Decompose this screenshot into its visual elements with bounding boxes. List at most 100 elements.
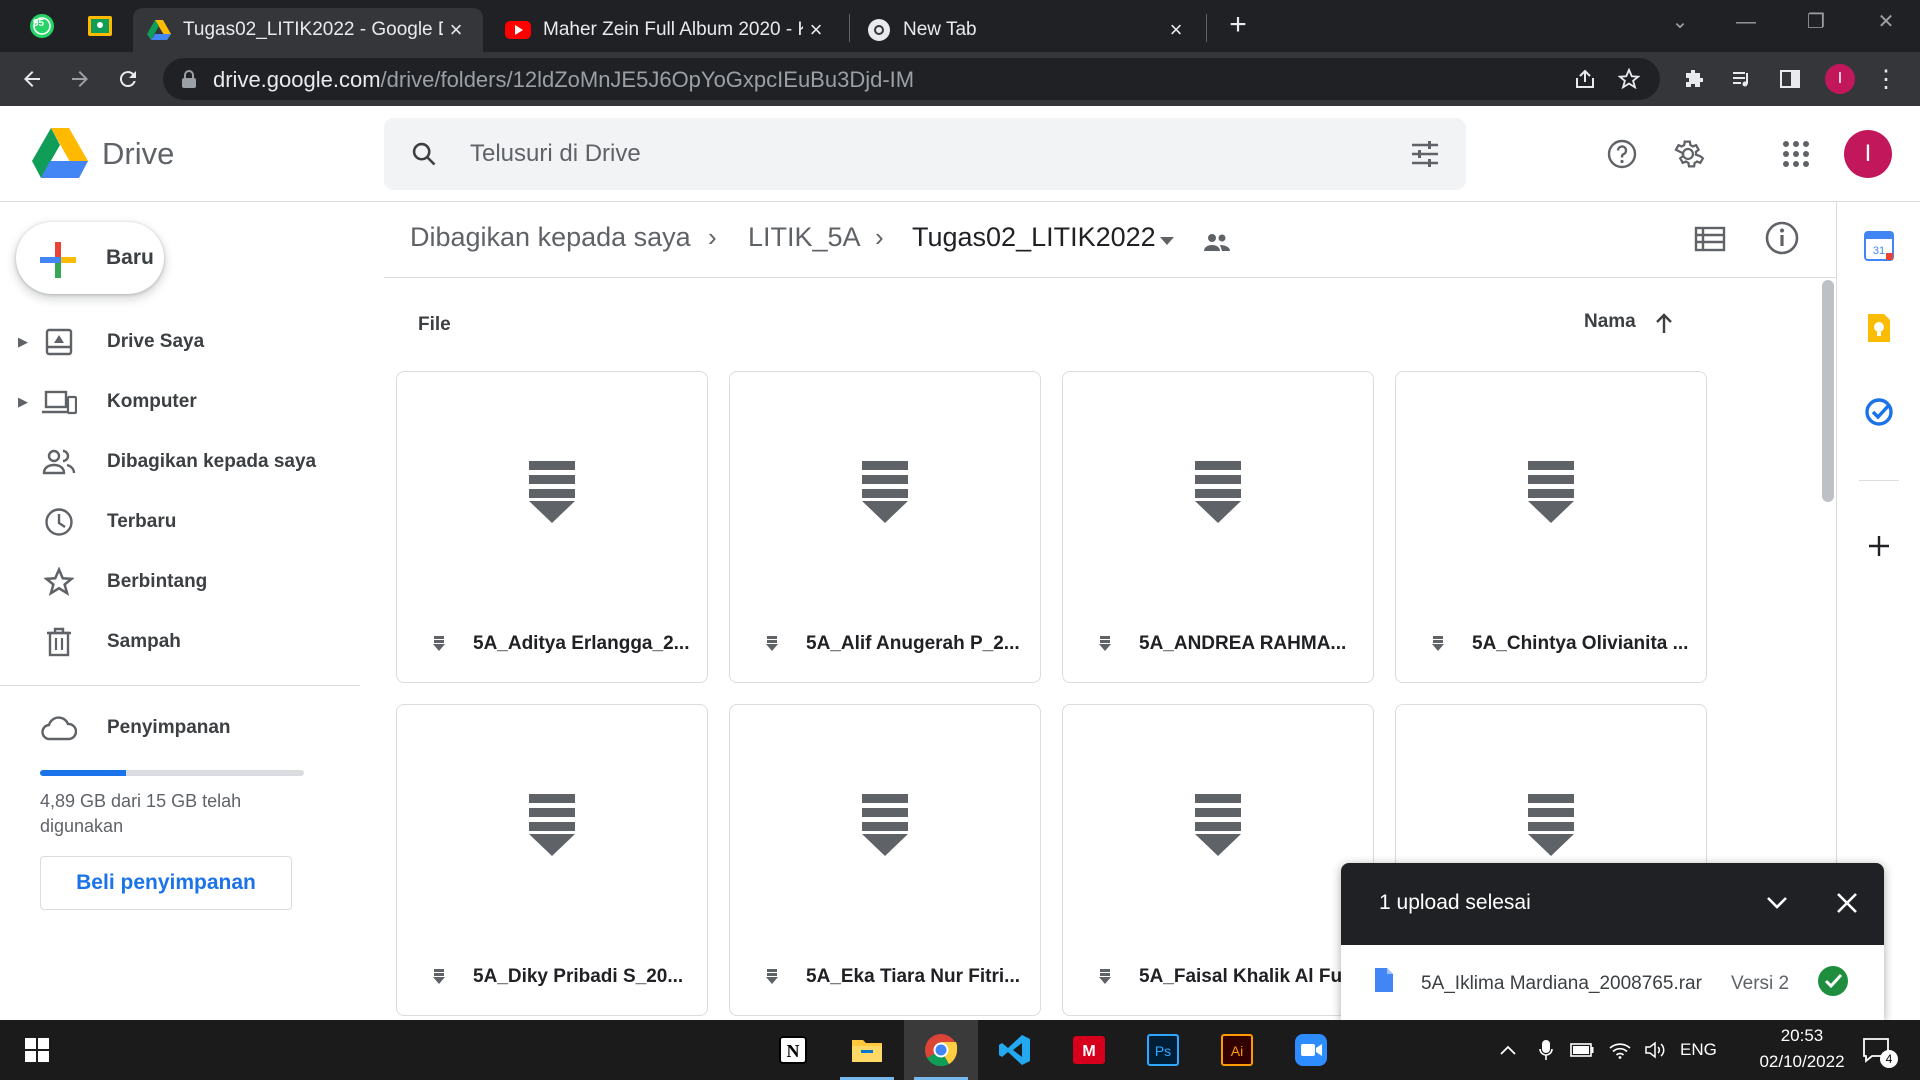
- tab-search-icon[interactable]: ⌄: [1650, 6, 1710, 38]
- browser-toolbar: drive.google.com/drive/folders/12ldZoMnJ…: [0, 52, 1920, 106]
- sidebar-item-recent[interactable]: Terbaru: [0, 494, 350, 550]
- help-icon[interactable]: [1598, 130, 1646, 178]
- app-title[interactable]: Drive: [102, 136, 174, 172]
- expand-caret-icon[interactable]: ▶: [12, 334, 34, 350]
- search-bar[interactable]: Telusuri di Drive: [384, 118, 1466, 190]
- storage-usage-fill: [40, 770, 127, 776]
- archive-type-icon: [762, 636, 782, 652]
- keep-icon[interactable]: [1861, 310, 1897, 346]
- apps-grid-icon[interactable]: [1772, 130, 1820, 178]
- input-language[interactable]: ENG: [1680, 1040, 1717, 1060]
- battery-icon[interactable]: [1564, 1020, 1600, 1080]
- details-info-icon[interactable]: [1764, 220, 1800, 256]
- file-explorer-app[interactable]: [830, 1020, 904, 1080]
- file-card[interactable]: 5A_Alif Anugerah P_2...: [729, 371, 1041, 683]
- close-tab-icon[interactable]: ×: [1163, 17, 1189, 43]
- whatsapp-tab[interactable]: 95: [25, 9, 59, 43]
- upload-item[interactable]: 5A_Iklima Mardiana_2008765.rar Versi 2: [1341, 945, 1884, 1020]
- new-tab-button[interactable]: +: [1222, 10, 1254, 42]
- buy-storage-button[interactable]: Beli penyimpanan: [40, 856, 292, 910]
- clock-time[interactable]: 20:53: [1762, 1026, 1842, 1046]
- file-card[interactable]: 5A_ANDREA RAHMA...: [1062, 371, 1374, 683]
- sidebar-item-label: Sampah: [107, 631, 181, 652]
- classroom-tab[interactable]: [83, 9, 117, 43]
- search-input[interactable]: Telusuri di Drive: [470, 140, 641, 168]
- wifi-icon[interactable]: [1602, 1020, 1638, 1080]
- address-bar[interactable]: drive.google.com/drive/folders/12ldZoMnJ…: [163, 58, 1660, 100]
- microphone-icon[interactable]: [1528, 1020, 1564, 1080]
- restore-button[interactable]: ❐: [1786, 6, 1846, 38]
- photoshop-app[interactable]: Ps: [1126, 1020, 1200, 1080]
- mendeley-app[interactable]: M: [1052, 1020, 1126, 1080]
- illustrator-app[interactable]: Ai: [1200, 1020, 1274, 1080]
- sidebar-item-storage[interactable]: Penyimpanan: [0, 700, 350, 756]
- tab-new-tab[interactable]: New Tab ×: [853, 8, 1203, 52]
- close-tab-icon[interactable]: ×: [803, 17, 829, 43]
- clock-icon: [40, 503, 78, 541]
- svg-text:M: M: [1082, 1043, 1095, 1060]
- minimize-button[interactable]: —: [1716, 6, 1776, 38]
- add-addon-icon[interactable]: [1861, 528, 1897, 564]
- side-panel-icon[interactable]: [1772, 61, 1808, 97]
- new-button[interactable]: Baru: [16, 222, 164, 294]
- vscode-app[interactable]: [978, 1020, 1052, 1080]
- lock-icon: [182, 70, 196, 88]
- volume-icon[interactable]: [1638, 1020, 1674, 1080]
- storage-label: Penyimpanan: [107, 717, 231, 738]
- tasks-icon[interactable]: [1861, 394, 1897, 430]
- sidebar-item-trash[interactable]: Sampah: [0, 614, 350, 670]
- calendar-icon[interactable]: 31: [1861, 228, 1897, 264]
- settings-gear-icon[interactable]: [1664, 130, 1712, 178]
- profile-avatar[interactable]: I: [1822, 61, 1858, 97]
- folder-menu-caret-icon[interactable]: [1159, 236, 1175, 246]
- breadcrumb-folder[interactable]: LITIK_5A: [748, 222, 861, 253]
- file-card[interactable]: 5A_Faisal Khalik Al Fu...: [1062, 704, 1374, 1016]
- file-card-footer: 5A_Chintya Olivianita ...: [1396, 620, 1706, 668]
- files-section-label: File: [418, 314, 451, 335]
- file-name: 5A_Eka Tiara Nur Fitri...: [806, 966, 1021, 987]
- tray-overflow-icon[interactable]: [1490, 1020, 1526, 1080]
- sidebar-item-starred[interactable]: Berbintang: [0, 554, 350, 610]
- sidebar-item-shared[interactable]: Dibagikan kepada saya: [0, 434, 350, 490]
- collapse-chevron-icon[interactable]: [1765, 893, 1789, 913]
- search-icon[interactable]: [410, 140, 438, 168]
- close-icon[interactable]: [1835, 891, 1859, 915]
- file-card[interactable]: 5A_Eka Tiara Nur Fitri...: [729, 704, 1041, 1016]
- tab-title: New Tab: [903, 19, 977, 40]
- share-icon[interactable]: [1567, 61, 1603, 97]
- file-card[interactable]: 5A_Chintya Olivianita ...: [1395, 371, 1707, 683]
- notion-app[interactable]: N: [756, 1020, 830, 1080]
- notification-center-icon[interactable]: 4: [1848, 1020, 1904, 1080]
- scrollbar-thumb[interactable]: [1822, 280, 1834, 502]
- archive-file-icon: [1063, 372, 1373, 612]
- account-avatar[interactable]: I: [1844, 130, 1892, 178]
- chrome-app[interactable]: [904, 1020, 978, 1080]
- sort-by-name-button[interactable]: Nama: [1584, 311, 1636, 333]
- list-view-icon[interactable]: [1694, 226, 1726, 252]
- close-window-button[interactable]: ✕: [1856, 6, 1916, 38]
- forward-icon[interactable]: [62, 61, 98, 97]
- back-icon[interactable]: [14, 61, 50, 97]
- reload-icon[interactable]: [110, 61, 146, 97]
- notion-icon: N: [779, 1036, 807, 1064]
- bookmark-star-icon[interactable]: [1611, 61, 1647, 97]
- expand-caret-icon[interactable]: ▶: [12, 394, 34, 410]
- extensions-icon[interactable]: [1676, 61, 1712, 97]
- file-card[interactable]: 5A_Aditya Erlangga_2...: [396, 371, 708, 683]
- drive-logo-icon[interactable]: [32, 128, 88, 178]
- windows-start-button[interactable]: [0, 1020, 74, 1080]
- search-options-icon[interactable]: [1410, 140, 1440, 168]
- uploaded-file-name[interactable]: 5A_Iklima Mardiana_2008765.rar: [1421, 973, 1702, 995]
- sidebar-item-my-drive[interactable]: ▶ Drive Saya: [0, 314, 350, 370]
- breadcrumb-shared[interactable]: Dibagikan kepada saya: [410, 222, 691, 253]
- tab-youtube[interactable]: Maher Zein Full Album 2020 - Kumpulan ×: [491, 8, 843, 52]
- tab-drive[interactable]: Tugas02_LITIK2022 - Google Drive ×: [133, 8, 483, 52]
- sort-ascending-arrow-icon[interactable]: [1654, 312, 1674, 334]
- zoom-app[interactable]: [1274, 1020, 1348, 1080]
- chrome-menu-icon[interactable]: ⋮: [1868, 61, 1904, 97]
- breadcrumb-current-folder[interactable]: Tugas02_LITIK2022: [912, 222, 1156, 253]
- sidebar-item-computers[interactable]: ▶ Komputer: [0, 374, 350, 430]
- file-card[interactable]: 5A_Diky Pribadi S_20...: [396, 704, 708, 1016]
- media-control-icon[interactable]: [1724, 61, 1760, 97]
- close-tab-icon[interactable]: ×: [443, 17, 469, 43]
